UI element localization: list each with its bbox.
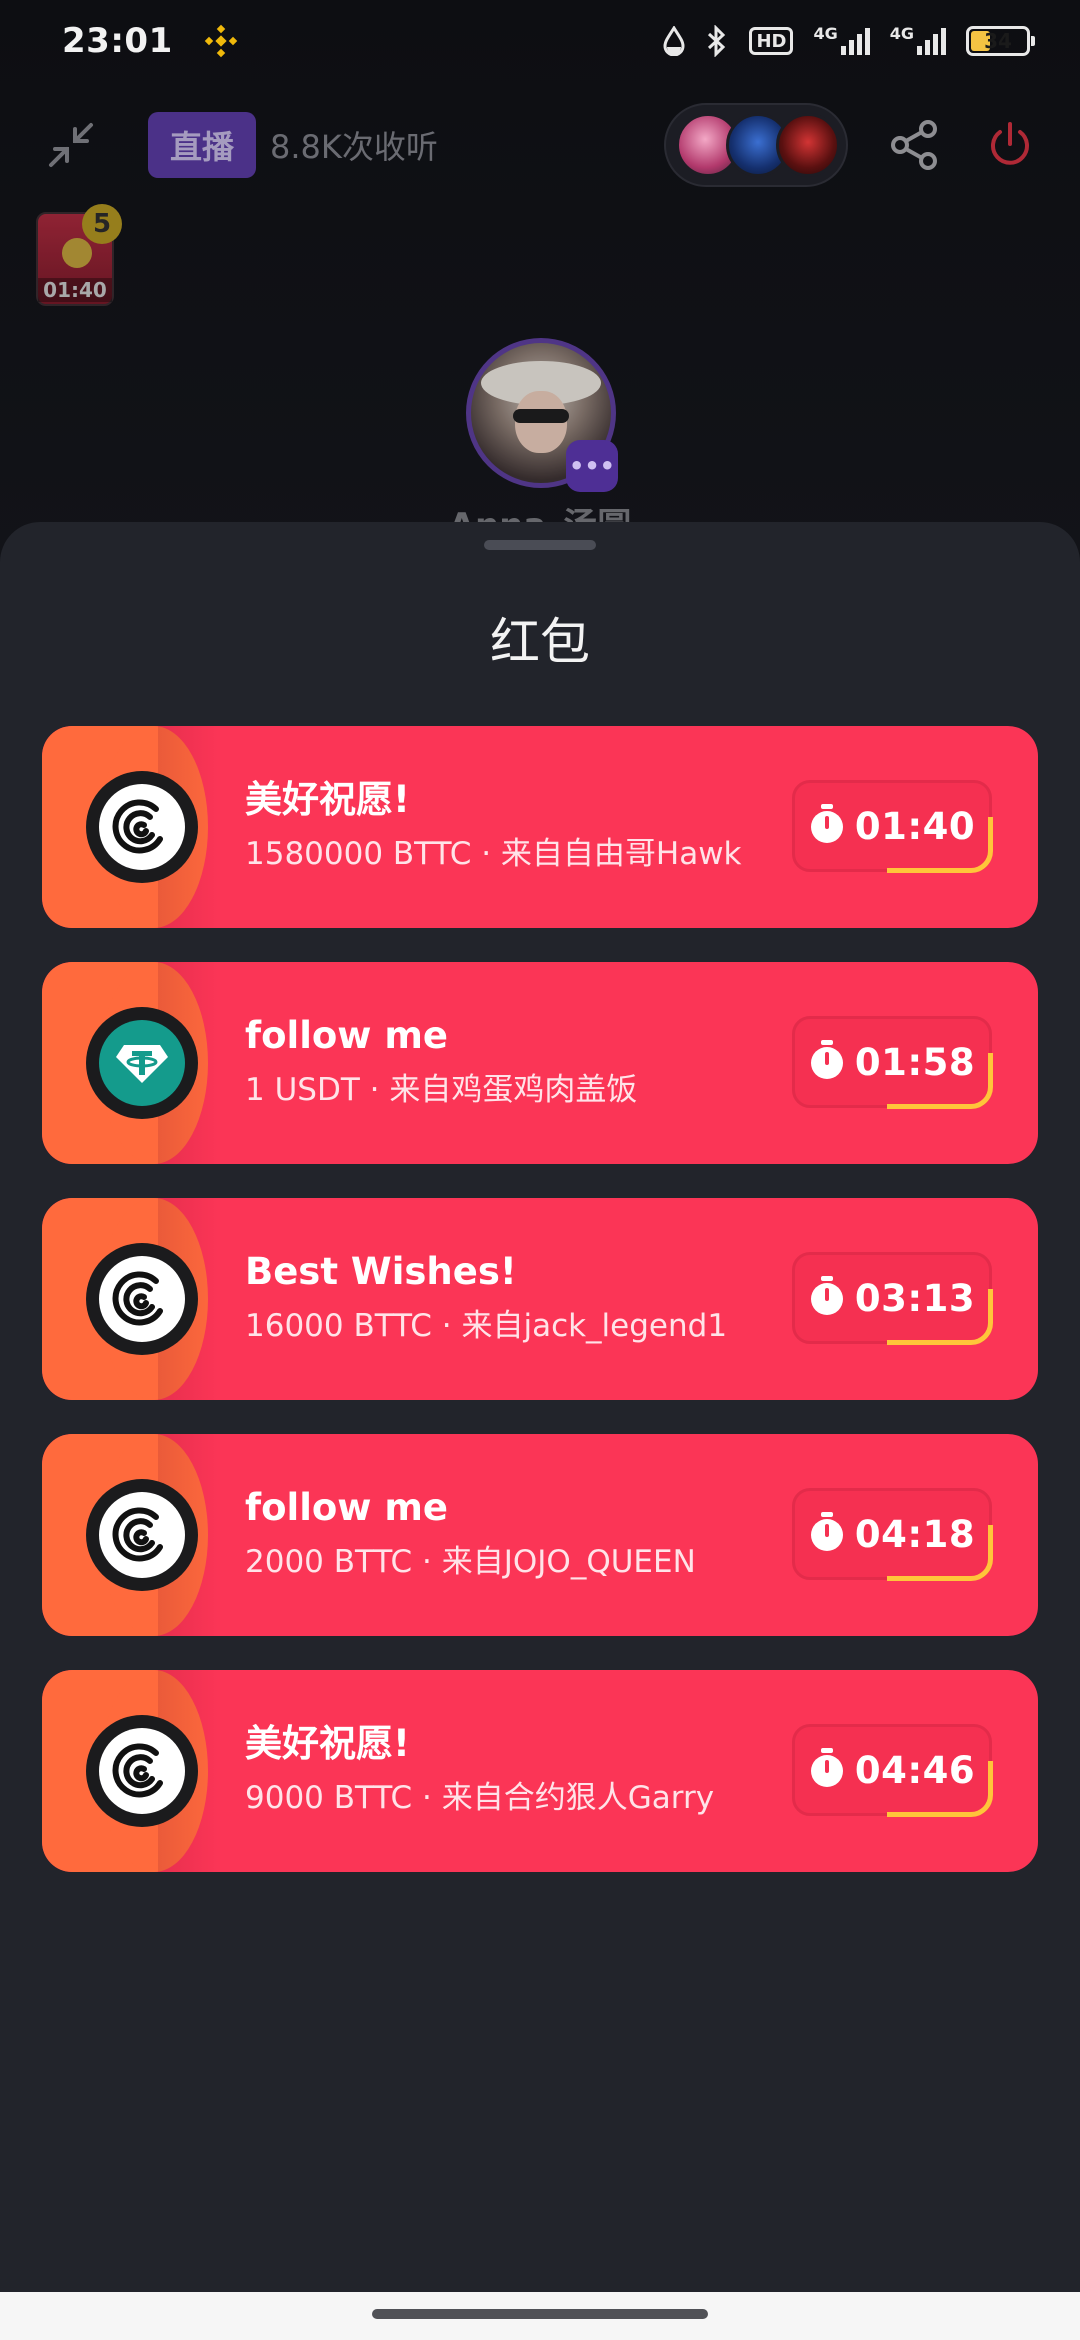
packet-subtitle: 1580000 BTTC · 来自自由哥Hawk (245, 836, 742, 872)
stopwatch-icon (809, 804, 845, 848)
status-time: 23:01 (62, 21, 173, 61)
packet-subtitle: 2000 BTTC · 来自JOJO_QUEEN (245, 1544, 696, 1580)
live-tag: 直播 (148, 112, 257, 178)
packet-subtitle: 9000 BTTC · 来自合约狠人Garry (245, 1780, 715, 1816)
bttc-logo-icon (99, 784, 185, 870)
signal-icon-2: 4G (890, 24, 946, 58)
audience-avatar (776, 113, 840, 177)
bluetooth-icon (705, 24, 729, 58)
water-drop-icon (663, 24, 685, 58)
bttc-coin-icon (86, 1243, 198, 1355)
packet-text: follow me 2000 BTTC · 来自JOJO_QUEEN (245, 1486, 696, 1582)
timer-progress-arc (887, 1761, 993, 1817)
bttc-coin-icon (86, 771, 198, 883)
packet-text: follow me 1 USDT · 来自鸡蛋鸡肉盖饭 (245, 1014, 637, 1110)
red-packet-sheet: 红包 美好祝愿! 1580000 BTTC · 来自自由哥Hawk 01:40 … (0, 522, 1080, 2292)
floating-packet-time: 01:40 (38, 278, 112, 302)
bttc-coin-icon (86, 1479, 198, 1591)
red-packet-list: 美好祝愿! 1580000 BTTC · 来自自由哥Hawk 01:40 fol… (42, 726, 1038, 1906)
timer-progress-arc (887, 817, 993, 873)
floating-red-packet[interactable]: 5 01:40 (36, 204, 122, 306)
packet-subtitle: 1 USDT · 来自鸡蛋鸡肉盖饭 (245, 1072, 638, 1108)
battery-icon: 34 (966, 26, 1035, 56)
hd-icon: HD (749, 27, 794, 55)
countdown-timer: 03:13 (792, 1252, 993, 1345)
signal-icon: 4G (813, 24, 870, 58)
stopwatch-icon (809, 1748, 845, 1792)
packet-title: 美好祝愿! (245, 778, 410, 821)
timer-progress-arc (887, 1053, 993, 1109)
packet-text: Best Wishes! 16000 BTTC · 来自jack_legend1 (245, 1250, 727, 1346)
packet-title: Best Wishes! (245, 1250, 517, 1293)
battery-level: 34 (984, 29, 1012, 53)
app-screen: 23:01 HD 4G 4G 34 直播 8.8K次收听 5 01:40 •••… (0, 0, 1080, 2340)
red-packet-item[interactable]: follow me 1 USDT · 来自鸡蛋鸡肉盖饭 01:58 (42, 962, 1038, 1164)
network-label-2: 4G (889, 24, 914, 43)
status-icons: HD 4G 4G 34 (663, 24, 1035, 58)
host-glasses-shape (513, 409, 569, 423)
countdown-timer: 01:40 (792, 780, 993, 873)
network-label-1: 4G (813, 24, 838, 43)
sheet-drag-handle[interactable] (484, 540, 596, 550)
hd-label: HD (756, 30, 787, 52)
usdt-coin-icon (86, 1007, 198, 1119)
red-packet-item[interactable]: follow me 2000 BTTC · 来自JOJO_QUEEN 04:18 (42, 1434, 1038, 1636)
binance-icon (203, 23, 239, 59)
packet-text: 美好祝愿! 1580000 BTTC · 来自自由哥Hawk (245, 778, 742, 874)
sheet-title: 红包 (490, 613, 590, 671)
packet-title: follow me (245, 1014, 449, 1057)
power-icon[interactable] (980, 115, 1040, 175)
live-room-background: 23:01 HD 4G 4G 34 直播 8.8K次收听 5 01:40 ••• (0, 0, 1080, 560)
bttc-logo-icon (99, 1492, 185, 1578)
countdown-timer: 04:46 (792, 1724, 993, 1817)
host-more-icon[interactable]: ••• (566, 440, 618, 492)
stopwatch-icon (809, 1276, 845, 1320)
bttc-logo-icon (99, 1256, 185, 1342)
packet-text: 美好祝愿! 9000 BTTC · 来自合约狠人Garry (245, 1722, 714, 1818)
bttc-coin-icon (86, 1715, 198, 1827)
stopwatch-icon (809, 1512, 845, 1556)
navigation-bar (0, 2292, 1080, 2340)
stopwatch-icon (809, 1040, 845, 1084)
countdown-timer: 04:18 (792, 1488, 993, 1581)
red-packet-item[interactable]: 美好祝愿! 1580000 BTTC · 来自自由哥Hawk 01:40 (42, 726, 1038, 928)
red-packet-item[interactable]: 美好祝愿! 9000 BTTC · 来自合约狠人Garry 04:46 (42, 1670, 1038, 1872)
collapse-icon[interactable] (40, 114, 102, 176)
home-indicator[interactable] (372, 2309, 708, 2319)
timer-progress-arc (887, 1289, 993, 1345)
countdown-timer: 01:58 (792, 1016, 993, 1109)
packet-subtitle: 16000 BTTC · 来自jack_legend1 (245, 1308, 728, 1344)
packet-title: follow me (245, 1486, 449, 1529)
room-header: 直播 8.8K次收听 (0, 100, 1080, 190)
envelope-seal-icon (62, 238, 92, 268)
listen-count: 8.8K次收听 (270, 128, 438, 166)
timer-progress-arc (887, 1525, 993, 1581)
packet-count-badge: 5 (82, 204, 122, 244)
red-packet-item[interactable]: Best Wishes! 16000 BTTC · 来自jack_legend1… (42, 1198, 1038, 1400)
status-bar: 23:01 HD 4G 4G 34 (0, 0, 1080, 82)
bttc-logo-icon (99, 1728, 185, 1814)
packet-title: 美好祝愿! (245, 1722, 410, 1765)
share-icon[interactable] (884, 115, 944, 175)
usdt-logo-icon (99, 1020, 185, 1106)
audience-avatars[interactable] (664, 103, 848, 187)
